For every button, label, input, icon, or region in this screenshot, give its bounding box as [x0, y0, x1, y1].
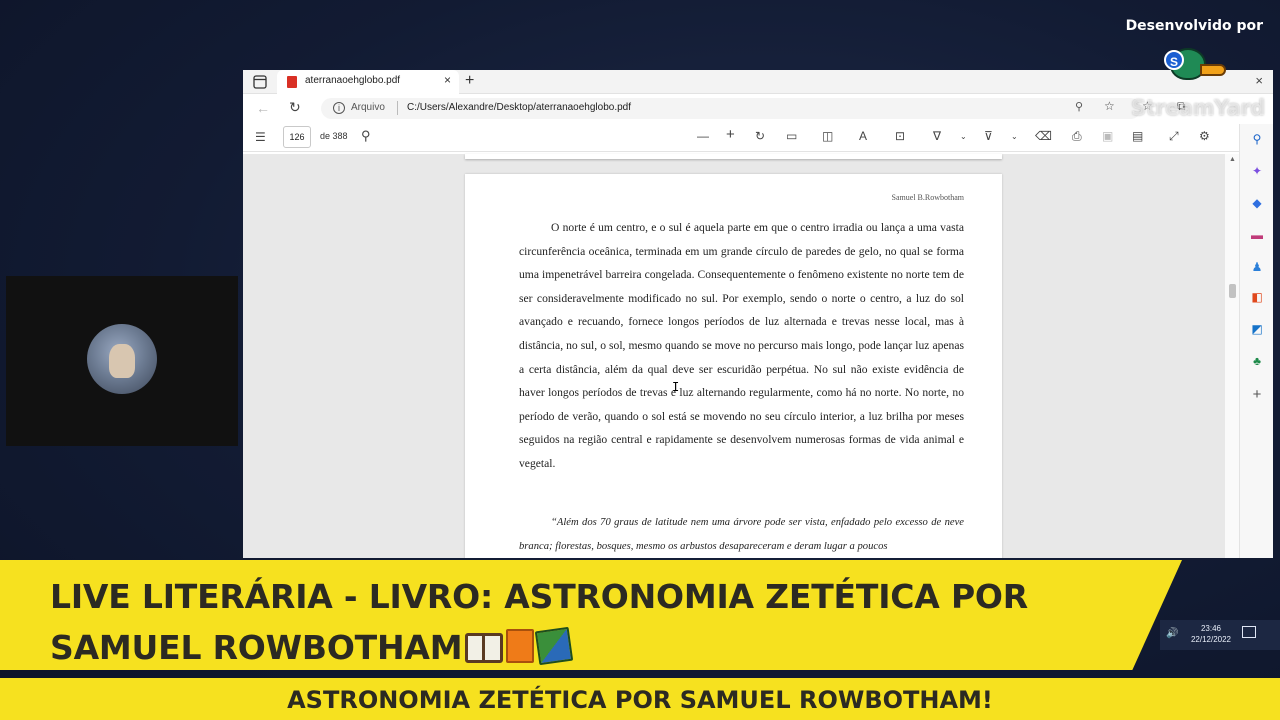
settings-gear-icon[interactable]: ⚙	[1199, 129, 1210, 143]
read-aloud-icon[interactable]: A	[859, 129, 867, 143]
text-cursor-icon: I	[672, 380, 680, 394]
developed-by-label: Desenvolvido por	[1125, 18, 1263, 34]
info-icon[interactable]: i	[333, 102, 345, 114]
table-of-contents-icon[interactable]: ☰	[255, 130, 266, 144]
url-text[interactable]: C:/Users/Alexandre/Desktop/aterranaoehgl…	[407, 102, 631, 113]
games-icon[interactable]: ♟	[1240, 260, 1273, 274]
clock-time: 23:46	[1200, 624, 1222, 633]
previous-page-edge	[465, 154, 1002, 159]
favorite-star-icon[interactable]: ☆	[1104, 99, 1115, 113]
fit-page-icon[interactable]: ▭	[786, 129, 797, 143]
notification-icon[interactable]	[1242, 626, 1256, 638]
duck-beak-icon	[1200, 64, 1226, 76]
books-icon	[535, 626, 574, 666]
clock[interactable]: 23:46 22/12/2022	[1186, 623, 1236, 645]
logo-wordmark: StreamYard	[1131, 96, 1265, 120]
system-tray: 🔊 23:46 22/12/2022	[1160, 620, 1280, 650]
add-app-icon[interactable]: +	[1240, 386, 1273, 403]
office-icon[interactable]: ◧	[1240, 290, 1273, 304]
new-tab-button[interactable]: +	[465, 72, 474, 90]
logo-badge: S	[1164, 50, 1184, 70]
tree-icon[interactable]: ♣	[1240, 354, 1273, 368]
running-header: Samuel B.Rowbotham	[891, 193, 964, 202]
save-icon[interactable]: ▣	[1102, 129, 1113, 143]
streamyard-logo: S StreamYard	[1128, 44, 1268, 126]
tab-pdf[interactable]: aterranaoehglobo.pdf ×	[277, 70, 459, 94]
highlight-options-chevron-icon[interactable]: ⌄	[1011, 132, 1018, 141]
url-input[interactable]: i Arquivo C:/Users/Alexandre/Desktop/ate…	[321, 98, 1141, 119]
pdf-page: Samuel B.Rowbotham O norte é um centro, …	[465, 174, 1002, 558]
zoom-out-icon[interactable]: —	[697, 129, 709, 143]
back-icon[interactable]: ←	[256, 100, 270, 116]
zoom-in-icon[interactable]: +	[726, 126, 735, 143]
page-number-input[interactable]: 126	[283, 126, 311, 148]
page-view-icon[interactable]: ◫	[822, 129, 833, 143]
scroll-up-icon[interactable]: ▲	[1229, 156, 1236, 163]
tools-icon[interactable]: ▬	[1240, 228, 1273, 242]
shopping-tag-icon[interactable]: ◆	[1240, 196, 1273, 210]
eraser-icon[interactable]: ⌫	[1035, 129, 1052, 143]
ticker-bar: ASTRONOMIA ZETÉTICA POR SAMUEL ROWBOTHAM…	[0, 678, 1280, 720]
discover-icon[interactable]: ✦	[1240, 164, 1273, 178]
print-icon[interactable]: ⎙	[1072, 129, 1082, 144]
search-icon[interactable]: ⚲	[361, 128, 371, 144]
page-count: de 388	[320, 131, 348, 141]
highlight-icon[interactable]: ⊽	[984, 129, 993, 143]
search-icon[interactable]: ⚲	[1240, 132, 1273, 146]
scrollbar-thumb[interactable]	[1229, 284, 1236, 298]
rotate-icon[interactable]: ↻	[755, 129, 765, 143]
tab-bar: aterranaoehglobo.pdf × + ×	[243, 70, 1273, 94]
draw-icon[interactable]: ∇	[933, 129, 941, 143]
pdf-toolbar: ☰ 126 de 388 ⚲ — + ↻ ▭ ◫ A ⊡ ∇ ⌄ ⊽ ⌄ ⌫ ⎙…	[243, 122, 1273, 152]
banner-headline: LIVE LITERÁRIA - LIVRO: ASTRONOMIA ZETÉT…	[50, 571, 1050, 670]
participant-avatar	[87, 324, 157, 394]
draw-options-chevron-icon[interactable]: ⌄	[960, 132, 967, 141]
volume-icon[interactable]: 🔊	[1166, 628, 1178, 639]
pdf-viewer[interactable]: Samuel B.Rowbotham O norte é um centro, …	[243, 154, 1225, 558]
webcam-tile	[6, 276, 238, 446]
fullscreen-icon[interactable]: ⤢	[1169, 129, 1179, 144]
banner-line-2-wrap: SAMUEL ROWBOTHAM	[50, 622, 1050, 670]
site-label: Arquivo	[351, 102, 385, 113]
clock-date: 22/12/2022	[1190, 635, 1232, 644]
omnibox-divider	[397, 101, 398, 115]
vertical-scrollbar[interactable]: ▲	[1225, 154, 1239, 558]
page-quote: “Além dos 70 graus de latitude nem uma á…	[519, 517, 964, 552]
pdf-file-icon	[287, 76, 297, 88]
tab-actions-icon[interactable]	[253, 75, 267, 89]
open-book-icon	[465, 633, 504, 663]
close-tab-icon[interactable]: ×	[444, 73, 451, 87]
browser-window: aterranaoehglobo.pdf × + × ← ↻ i Arquivo…	[243, 70, 1273, 558]
edge-sidebar: ⚲ ✦ ◆ ▬ ♟ ◧ ◩ ♣ + ⊟	[1239, 124, 1273, 558]
text-box-icon[interactable]: ⊡	[895, 129, 905, 143]
banner-line-2: SAMUEL ROWBOTHAM	[50, 628, 463, 667]
page-paragraph: O norte é um centro, e o sul é aquela pa…	[519, 221, 964, 470]
lower-third-banner: LIVE LITERÁRIA - LIVRO: ASTRONOMIA ZETÉT…	[0, 560, 1182, 670]
banner-line-1: LIVE LITERÁRIA - LIVRO: ASTRONOMIA ZETÉT…	[50, 577, 1028, 616]
orange-book-icon	[506, 629, 535, 663]
reload-icon[interactable]: ↻	[289, 99, 301, 116]
save-as-icon[interactable]: ▤	[1132, 129, 1143, 143]
outlook-icon[interactable]: ◩	[1240, 322, 1273, 336]
tab-title: aterranaoehglobo.pdf	[305, 75, 401, 86]
address-bar: ← ↻ i Arquivo C:/Users/Alexandre/Desktop…	[243, 94, 1273, 122]
zoom-icon[interactable]: ⚲	[1075, 100, 1083, 113]
